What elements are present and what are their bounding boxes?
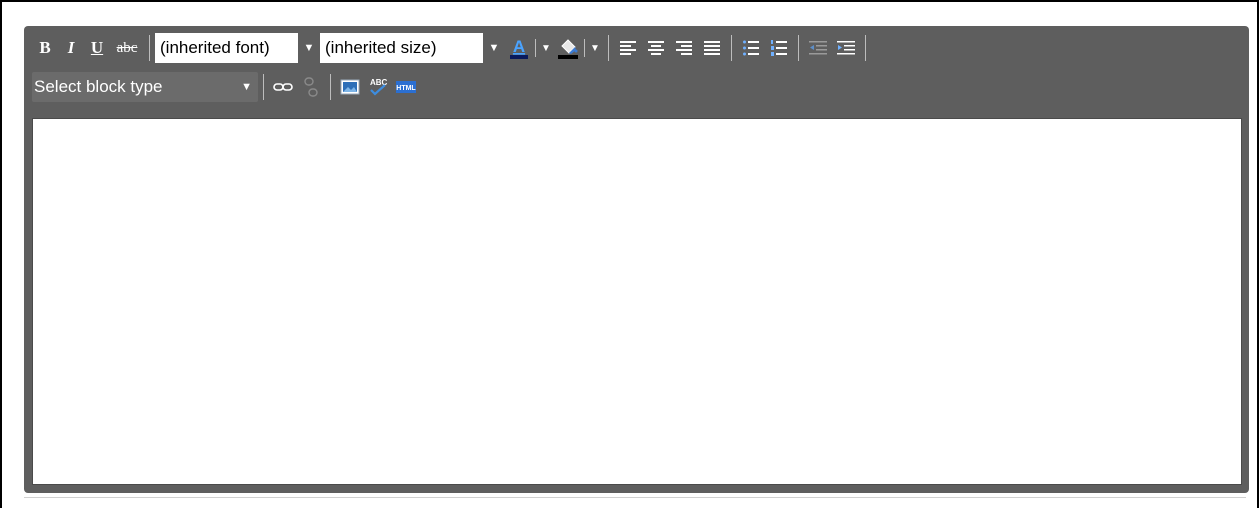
- numbered-list-icon[interactable]: [765, 35, 793, 61]
- chevron-down-icon: ▼: [241, 81, 252, 93]
- toolbar-separator: [731, 35, 732, 61]
- divider-line: [24, 497, 1246, 498]
- align-right-icon[interactable]: [670, 35, 698, 61]
- link-icon[interactable]: [269, 74, 297, 100]
- align-justify-icon[interactable]: [698, 35, 726, 61]
- html-label: HTML: [396, 85, 416, 92]
- chevron-down-icon[interactable]: ▼: [538, 35, 554, 61]
- toolbar-row-formatting: B I U abc (inherited font) ▼ (inherited …: [32, 33, 871, 63]
- toolbar-separator: [584, 39, 585, 57]
- block-type-label: Select block type: [34, 77, 163, 96]
- text-color-icon[interactable]: A: [505, 35, 533, 61]
- bold-button[interactable]: B: [32, 35, 58, 61]
- font-size-select[interactable]: (inherited size): [320, 33, 483, 63]
- toolbar-separator: [330, 74, 331, 100]
- spellcheck-icon[interactable]: ABC: [364, 74, 392, 100]
- toolbar-separator: [608, 35, 609, 61]
- editor-content-area[interactable]: [32, 118, 1242, 485]
- toolbar-separator: [263, 74, 264, 100]
- toolbar-row-insert: Select block type ▼ ABC HTML: [32, 72, 420, 102]
- highlight-color-icon[interactable]: [554, 35, 582, 61]
- html-source-icon[interactable]: HTML: [392, 74, 420, 100]
- unlink-icon[interactable]: [297, 74, 325, 100]
- outdent-icon[interactable]: [804, 35, 832, 61]
- block-type-select[interactable]: Select block type ▼: [32, 72, 258, 102]
- toolbar-separator: [535, 39, 536, 57]
- indent-icon[interactable]: [832, 35, 860, 61]
- strikethrough-button[interactable]: abc: [110, 35, 144, 61]
- image-icon[interactable]: [336, 74, 364, 100]
- chevron-down-icon[interactable]: ▼: [587, 35, 603, 61]
- align-center-icon[interactable]: [642, 35, 670, 61]
- toolbar-separator: [798, 35, 799, 61]
- bullet-list-icon[interactable]: [737, 35, 765, 61]
- italic-button[interactable]: I: [58, 35, 84, 61]
- toolbar-separator: [149, 35, 150, 61]
- chevron-down-icon[interactable]: ▼: [298, 33, 320, 63]
- align-left-icon[interactable]: [614, 35, 642, 61]
- chevron-down-icon[interactable]: ▼: [483, 33, 505, 63]
- toolbar-separator: [865, 35, 866, 61]
- svg-text:A: A: [513, 37, 525, 56]
- underline-button[interactable]: U: [84, 35, 110, 61]
- rich-text-editor: B I U abc (inherited font) ▼ (inherited …: [24, 26, 1249, 493]
- font-family-select[interactable]: (inherited font): [155, 33, 298, 63]
